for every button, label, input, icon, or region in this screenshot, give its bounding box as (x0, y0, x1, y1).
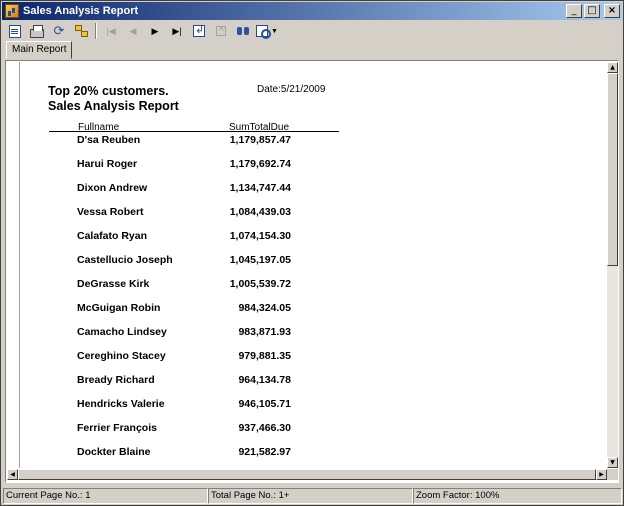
title-bar[interactable]: Sales Analysis Report _ □ × (2, 2, 622, 20)
header-rule (49, 131, 339, 132)
report-viewer-window: Sales Analysis Report _ □ × ⟳ |◀ ◀ ▶ ▶| … (0, 0, 624, 506)
export-report-button[interactable] (4, 21, 26, 41)
row-sumtotaldue: 1,179,857.47 (229, 134, 291, 146)
row-fullname: Calafato Ryan (77, 230, 148, 242)
maximize-button[interactable]: □ (584, 4, 600, 18)
print-button[interactable] (26, 21, 48, 41)
toolbar-separator (95, 23, 97, 39)
refresh-button[interactable]: ⟳ (48, 21, 70, 41)
next-page-button[interactable]: ▶ (144, 21, 166, 41)
row-sumtotaldue: 946,105.71 (238, 398, 291, 410)
status-total-page: Total Page No.: 1+ (208, 488, 413, 504)
previous-page-icon: ◀ (129, 25, 137, 36)
next-page-icon: ▶ (151, 25, 159, 36)
row-sumtotaldue: 1,074,154.30 (229, 230, 291, 242)
row-fullname: Dockter Blaine (77, 446, 151, 458)
row-sumtotaldue: 1,045,197.05 (229, 254, 291, 266)
stop-button[interactable] (210, 21, 232, 41)
tab-main-report[interactable]: Main Report (6, 41, 73, 59)
last-page-icon: ▶| (172, 25, 182, 36)
status-current-page: Current Page No.: 1 (3, 488, 208, 504)
row-sumtotaldue: 979,881.35 (238, 350, 291, 362)
minimize-button[interactable]: _ (566, 4, 582, 18)
row-sumtotaldue: 937,466.30 (238, 422, 291, 434)
toolbar: ⟳ |◀ ◀ ▶ ▶| ▼ (4, 21, 280, 41)
row-fullname: Ferrier François (77, 422, 157, 434)
scroll-up-button[interactable]: ▲ (607, 62, 618, 73)
row-sumtotaldue: 984,324.05 (238, 302, 291, 314)
zoom-button[interactable]: ▼ (254, 21, 280, 41)
report-row: Dockter Blaine 921,582.97 (7, 446, 607, 460)
row-fullname: Hendricks Valerie (77, 398, 165, 410)
close-button[interactable]: × (604, 4, 620, 18)
app-icon (5, 4, 19, 18)
row-sumtotaldue: 1,005,539.72 (229, 278, 291, 290)
status-bar: Current Page No.: 1 Total Page No.: 1+ Z… (3, 488, 622, 504)
horizontal-scroll-thumb[interactable] (18, 469, 596, 480)
find-binoculars-icon (236, 25, 250, 37)
window-title: Sales Analysis Report (23, 5, 139, 17)
report-row: DeGrasse Kirk 1,005,539.72 (7, 278, 607, 292)
report-row: Bready Richard 964,134.78 (7, 374, 607, 388)
row-sumtotaldue: 1,084,439.03 (229, 206, 291, 218)
row-fullname: Dixon Andrew (77, 182, 148, 194)
row-fullname: Harui Roger (77, 158, 138, 170)
vertical-scroll-thumb[interactable] (607, 73, 618, 266)
stop-icon (216, 23, 226, 36)
row-sumtotaldue: 1,134,747.44 (229, 182, 291, 194)
row-fullname: Camacho Lindsey (77, 326, 167, 338)
tab-strip: Main Report (4, 41, 622, 59)
report-row: Dixon Andrew 1,134,747.44 (7, 182, 607, 196)
report-row: Hendricks Valerie 946,105.71 (7, 398, 607, 412)
row-sumtotaldue: 1,179,692.74 (229, 158, 291, 170)
first-page-icon: |◀ (106, 25, 116, 36)
report-row: Cereghino Stacey 979,881.35 (7, 350, 607, 364)
report-row: Vessa Robert 1,084,439.03 (7, 206, 607, 220)
status-zoom-factor: Zoom Factor: 100% (413, 488, 622, 504)
vertical-scrollbar[interactable]: ▲ ▼ (607, 62, 618, 468)
print-icon (30, 24, 44, 38)
row-fullname: Cereghino Stacey (77, 350, 166, 362)
report-row: Harui Roger 1,179,692.74 (7, 158, 607, 172)
scroll-left-button[interactable]: ◀ (7, 469, 18, 480)
refresh-icon: ⟳ (53, 23, 65, 39)
last-page-button[interactable]: ▶| (166, 21, 188, 41)
find-button[interactable] (232, 21, 254, 41)
row-fullname: McGuigan Robin (77, 302, 161, 314)
report-title: Top 20% customers. Sales Analysis Report (48, 84, 179, 114)
report-row: D'sa Reuben 1,179,857.47 (7, 134, 607, 148)
goto-page-icon (193, 23, 205, 37)
report-viewer: Top 20% customers. Sales Analysis Report… (5, 60, 619, 483)
first-page-button[interactable]: |◀ (100, 21, 122, 41)
group-tree-icon (74, 25, 88, 37)
row-fullname: Castellucio Joseph (77, 254, 173, 266)
row-fullname: D'sa Reuben (77, 134, 141, 146)
goto-page-button[interactable] (188, 21, 210, 41)
row-sumtotaldue: 983,871.93 (238, 326, 291, 338)
row-sumtotaldue: 921,582.97 (238, 446, 291, 458)
scroll-down-button[interactable]: ▼ (607, 457, 618, 468)
report-row: Castellucio Joseph 1,045,197.05 (7, 254, 607, 268)
report-page: Top 20% customers. Sales Analysis Report… (7, 62, 607, 468)
report-title-line1: Top 20% customers. (48, 84, 169, 98)
group-tree-button[interactable] (70, 21, 92, 41)
row-fullname: Bready Richard (77, 374, 155, 386)
row-fullname: Vessa Robert (77, 206, 144, 218)
report-date: Date:5/21/2009 (257, 84, 326, 95)
scroll-right-button[interactable]: ▶ (596, 469, 607, 480)
report-row: Camacho Lindsey 983,871.93 (7, 326, 607, 340)
chevron-down-icon: ▼ (271, 27, 278, 35)
report-row: Ferrier François 937,466.30 (7, 422, 607, 436)
report-row: Calafato Ryan 1,074,154.30 (7, 230, 607, 244)
report-row: McGuigan Robin 984,324.05 (7, 302, 607, 316)
previous-page-button[interactable]: ◀ (122, 21, 144, 41)
row-sumtotaldue: 964,134.78 (238, 374, 291, 386)
scrollbar-corner (607, 469, 618, 480)
report-title-line2: Sales Analysis Report (48, 99, 179, 113)
zoom-icon (256, 25, 272, 39)
row-fullname: DeGrasse Kirk (77, 278, 150, 290)
export-report-icon (9, 24, 21, 38)
horizontal-scrollbar[interactable]: ◀ ▶ (7, 469, 607, 480)
